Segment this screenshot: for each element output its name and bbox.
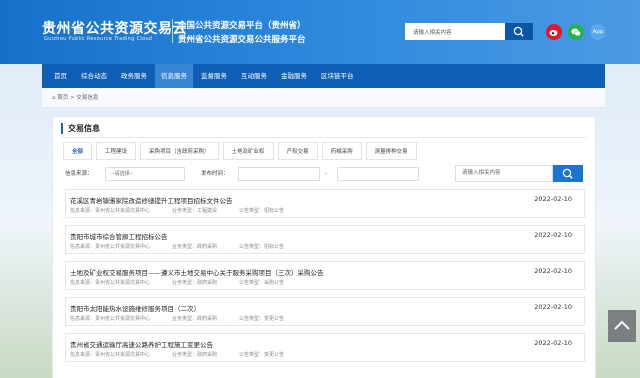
category-tab[interactable]: 测量排种交易 xyxy=(365,142,417,160)
list-item-source: 信息来源：贵州省公共资源交易中心 xyxy=(70,244,151,250)
weibo-icon[interactable] xyxy=(546,24,562,40)
trading-info-panel: 交易信息 全部 工程建设 采购项目（含政府采购） 土地及矿业权 产权交易 药械采购 测量排种… xyxy=(52,116,596,378)
wechat-icon[interactable] xyxy=(568,24,584,40)
list-item-date: 2022-02-10 xyxy=(534,231,572,239)
list-item[interactable]: 花溪区青岩镇骆家院改造修缮提升工程项目招标文件公告 2022-02-10 信息来源：… xyxy=(65,189,585,218)
list-item[interactable]: 贵阳市城市综合管廊工程招标公告 2022-02-10 信息来源：贵州省公共资源交易中… xyxy=(65,225,585,254)
nav-item[interactable]: 综合动态 xyxy=(75,64,113,88)
platform-title-1: 全国公共资源交易平台（贵州省） xyxy=(178,21,306,31)
search-icon xyxy=(513,26,524,37)
list-item-title[interactable]: 贵阳市太阳能热水设施维修服务项目（二次） xyxy=(70,303,200,313)
list-item-biz-type: 业务类型：政府采购 xyxy=(172,280,218,286)
panel-search-input[interactable]: 请输入相关内容 xyxy=(455,165,553,182)
header-search-button[interactable] xyxy=(505,23,533,40)
main-nav: 首页 综合动态 政务服务 信息服务 监督服务 互动服务 金融服务 区块链平台 xyxy=(42,64,605,88)
list-item-date: 2022-02-10 xyxy=(534,267,572,275)
list-item-meta: 信息来源：贵州省公共资源交易中心 业务类型：政府采购 公告类型：采购公告 xyxy=(70,279,306,286)
list-item-title[interactable]: 土地及矿业权交易服务项目——遵义市土地交易中心关于服务采购项目（三次）采购公告 xyxy=(70,267,324,277)
list-item-notice-type: 公告类型：变更公告 xyxy=(239,316,285,322)
list-item-biz-type: 业务类型：工程建设 xyxy=(172,208,218,214)
list-item-source: 信息来源：贵州省公共资源交易中心 xyxy=(70,352,151,358)
list-item-title[interactable]: 花溪区青岩镇骆家院改造修缮提升工程项目招标文件公告 xyxy=(70,195,233,205)
list-item-date: 2022-02-10 xyxy=(534,195,572,203)
nav-item[interactable]: 信息服务 xyxy=(155,64,193,88)
list-item-source: 信息来源：贵州省公共资源交易中心 xyxy=(70,208,151,214)
list-item-meta: 信息来源：贵州省公共资源交易中心 业务类型：政府采购 公告类型：招标公告 xyxy=(70,243,306,250)
date-separator: - xyxy=(325,171,327,177)
list-item-meta: 信息来源：贵州省公共资源交易中心 业务类型：政府采购 公告类型：变更公告 xyxy=(70,315,306,322)
list-item-title[interactable]: 贵州省交通运输厅高速公路养护工程施工变更公告 xyxy=(70,339,213,349)
nav-item[interactable]: 金融服务 xyxy=(275,64,313,88)
list-item-source: 信息来源：贵州省公共资源交易中心 xyxy=(70,280,151,286)
list-item-date: 2022-02-10 xyxy=(534,339,572,347)
breadcrumb: ⌂ 首页 > 交易信息 xyxy=(42,88,605,108)
breadcrumb-current: 交易信息 xyxy=(76,95,99,101)
nav-item[interactable]: 区块链平台 xyxy=(315,64,360,88)
list-item[interactable]: 贵州省交通运输厅高速公路养护工程施工变更公告 2022-02-10 信息来源：贵州省… xyxy=(65,333,585,362)
category-tab[interactable]: 药械采购 xyxy=(321,142,362,160)
list-item-biz-type: 业务类型：政府采购 xyxy=(172,244,218,250)
platform-title-2: 贵州省公共资源交易公共服务平台 xyxy=(178,35,306,45)
list-item-biz-type: 业务类型：政府采购 xyxy=(172,352,218,358)
list-item-notice-type: 公告类型：招标公告 xyxy=(239,244,285,250)
breadcrumb-home[interactable]: 首页 xyxy=(57,95,68,101)
site-header: 贵州省公共资源交易云 Guizhou Public Resource Tradi… xyxy=(0,0,640,64)
list-item[interactable]: 贵阳市太阳能热水设施维修服务项目（二次） 2022-02-10 信息来源：贵州省公共… xyxy=(65,297,585,326)
nav-item[interactable]: 监督服务 xyxy=(195,64,233,88)
list-item-notice-type: 公告类型：变更公告 xyxy=(239,352,285,358)
category-tab[interactable]: 产权交易 xyxy=(277,142,318,160)
list-item-biz-type: 业务类型：政府采购 xyxy=(172,316,218,322)
home-icon[interactable]: ⌂ xyxy=(52,95,56,101)
end-date-input[interactable] xyxy=(337,167,419,181)
panel-divider xyxy=(61,137,587,138)
back-to-top-icon xyxy=(614,320,630,330)
category-tabs: 全部 工程建设 采购项目（含政府采购） 土地及矿业权 产权交易 药械采购 测量排种交易 xyxy=(63,142,417,160)
source-filter-label: 信息来源： xyxy=(65,171,93,177)
list-item-meta: 信息来源：贵州省公共资源交易中心 业务类型：工程建设 公告类型：招标公告 xyxy=(70,207,306,214)
category-tab[interactable]: 工程建设 xyxy=(96,142,137,160)
logo-subtitle: Guizhou Public Resource Trading Cloud xyxy=(44,36,153,42)
date-filter-label: 发布时间： xyxy=(201,171,229,177)
nav-item[interactable]: 首页 xyxy=(48,64,73,88)
trade-list: 花溪区青岩镇骆家院改造修缮提升工程项目招标文件公告 2022-02-10 信息来源：… xyxy=(65,189,585,369)
list-item-meta: 信息来源：贵州省公共资源交易中心 业务类型：政府采购 公告类型：变更公告 xyxy=(70,351,306,358)
logo-title[interactable]: 贵州省公共资源交易云 xyxy=(42,18,187,38)
search-icon xyxy=(562,168,573,179)
category-tab[interactable]: 土地及矿业权 xyxy=(222,142,274,160)
source-select[interactable]: --请选择-- xyxy=(105,167,185,181)
list-item-title[interactable]: 贵阳市城市综合管廊工程招标公告 xyxy=(70,231,168,241)
back-to-top-button[interactable] xyxy=(608,310,636,342)
app-icon[interactable]: App xyxy=(590,24,606,40)
list-item-notice-type: 公告类型：采购公告 xyxy=(239,280,285,286)
list-item-source: 信息来源：贵州省公共资源交易中心 xyxy=(70,316,151,322)
list-item-date: 2022-02-10 xyxy=(534,303,572,311)
category-tab[interactable]: 全部 xyxy=(63,142,93,160)
list-item[interactable]: 土地及矿业权交易服务项目——遵义市土地交易中心关于服务采购项目（三次）采购公告 2… xyxy=(65,261,585,290)
panel-search-button[interactable] xyxy=(553,165,583,182)
header-divider xyxy=(172,19,173,43)
list-item-notice-type: 公告类型：招标公告 xyxy=(239,208,285,214)
nav-item[interactable]: 政务服务 xyxy=(115,64,153,88)
nav-item[interactable]: 互动服务 xyxy=(235,64,273,88)
panel-title: 交易信息 xyxy=(61,123,100,134)
category-tab[interactable]: 采购项目（含政府采购） xyxy=(140,142,219,160)
start-date-input[interactable] xyxy=(238,167,320,181)
header-search-input[interactable]: 请输入相关内容 xyxy=(405,23,505,40)
